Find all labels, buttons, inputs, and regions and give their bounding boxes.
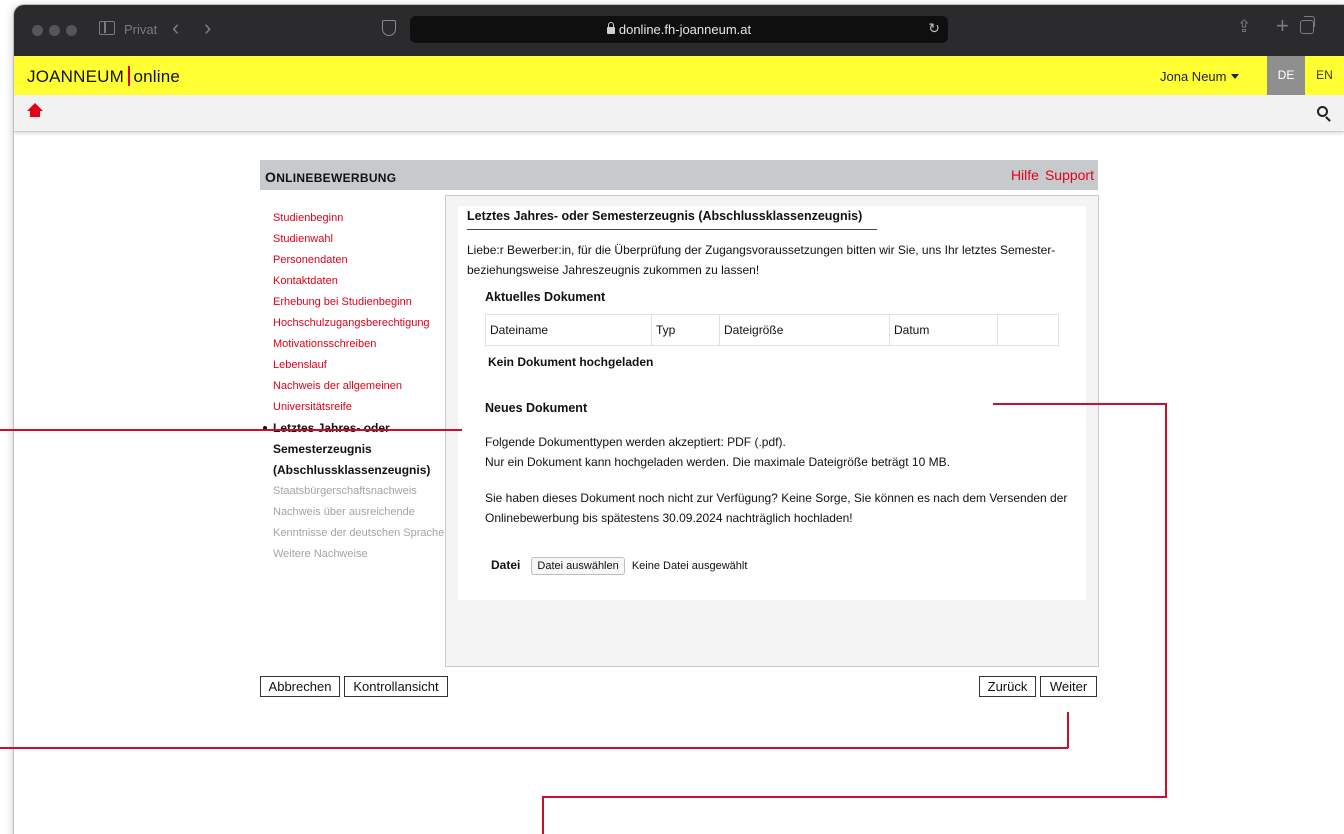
step-item[interactable]: Studienwahl [273, 229, 453, 250]
file-status: Keine Datei ausgewählt [631, 560, 748, 572]
step-item[interactable]: Lebenslauf [273, 355, 453, 376]
callout-line-left [0, 429, 462, 431]
file-label: Datei [491, 558, 521, 572]
current-document-heading: Aktuelles Dokument [485, 290, 606, 304]
step-item[interactable]: Personendaten [273, 250, 453, 271]
tab-overview-icon[interactable] [1300, 16, 1315, 34]
app-header: JOANNEUM online Jona Neum DE EN [14, 56, 1344, 95]
upload-later-text: Sie haben dieses Dokument noch nicht zur… [485, 491, 1068, 525]
step-item[interactable]: Hochschulzugangsberechtigung [273, 313, 453, 334]
callout-line-lower-drop [542, 796, 544, 834]
callout-line-bottom [0, 747, 1068, 749]
col-type: Typ [651, 314, 720, 346]
help-link[interactable]: Hilfe [1011, 167, 1039, 183]
step-item-disabled: Nachweis über ausreichende [273, 506, 415, 518]
col-actions [997, 314, 1059, 346]
privacy-shield-icon[interactable] [382, 20, 396, 36]
file-upload-row: Datei Datei auswählen Keine Datei ausgew… [491, 557, 747, 575]
step-item-disabled: Weitere Nachweise [273, 548, 368, 560]
step-item[interactable]: Universitätsreife [273, 397, 453, 418]
back-button[interactable]: Zurück [979, 676, 1036, 697]
step-item-active: (Abschlussklassenzeugnis) [273, 463, 431, 477]
new-tab-icon[interactable]: + [1276, 13, 1289, 39]
reload-icon[interactable]: ↻ [928, 20, 940, 37]
choose-file-button[interactable]: Datei auswählen [531, 557, 625, 575]
browser-toolbar: Privat ‹ › donline.fh-joanneum.at ↻ ⇪ + [14, 5, 1344, 56]
col-filesize: Dateigröße [719, 314, 890, 346]
new-document-heading: Neues Dokument [485, 401, 588, 415]
step-item[interactable]: Nachweis der allgemeinen [273, 376, 453, 397]
address-bar[interactable]: donline.fh-joanneum.at ↻ [410, 16, 948, 43]
no-document-text: Kein Dokument hochgeladen [488, 355, 654, 369]
step-item[interactable]: Motivationsschreiben [273, 334, 453, 355]
screenshot-stage: Privat ‹ › donline.fh-joanneum.at ↻ ⇪ + … [0, 0, 1344, 834]
home-icon[interactable] [27, 103, 43, 118]
panel-title: ONLINEBEWERBUNG [265, 169, 397, 185]
step-navigation: Studienbeginn Studienwahl Personendaten … [263, 208, 453, 565]
caret-down-icon [1231, 74, 1240, 79]
section-title: Letztes Jahres- oder Semesterzeugnis (Ab… [467, 209, 877, 230]
col-filename: Dateiname [485, 314, 652, 346]
url-text: donline.fh-joanneum.at [618, 22, 752, 37]
browser-window: Privat ‹ › donline.fh-joanneum.at ↻ ⇪ + … [14, 5, 1344, 834]
user-name: Jona Neum [1160, 69, 1227, 84]
support-link[interactable]: Support [1045, 167, 1094, 183]
callout-line-bottom-riser [1067, 712, 1069, 748]
callout-line-lower [542, 796, 1167, 798]
table-header-row: Dateiname Typ Dateigröße Datum [485, 314, 1059, 346]
step-item[interactable]: Kontaktdaten [273, 271, 453, 292]
panel-header: ONLINEBEWERBUNG Hilfe Support [260, 160, 1098, 190]
step-item-active: Semesterzeugnis [273, 442, 372, 456]
app-logo[interactable]: JOANNEUM online [27, 66, 180, 87]
next-button[interactable]: Weiter [1040, 676, 1097, 697]
private-label: Privat [124, 22, 158, 37]
main-content-frame: Letztes Jahres- oder Semesterzeugnis (Ab… [445, 195, 1099, 667]
step-item-disabled: Staatsbürgerschaftsnachweis [273, 485, 417, 497]
col-date: Datum [889, 314, 998, 346]
nav-bar [14, 95, 1344, 132]
step-item[interactable]: Erhebung bei Studienbeginn [273, 292, 453, 313]
user-menu[interactable]: Jona Neum [1160, 69, 1240, 84]
callout-line-right [993, 403, 1166, 405]
intro-text: Liebe:r Bewerber:in, für die Überprüfung… [467, 243, 1056, 277]
forward-arrow-icon[interactable]: › [204, 15, 211, 41]
window-controls[interactable] [32, 25, 77, 36]
language-de-button[interactable]: DE [1267, 56, 1305, 95]
document-upload-card: Letztes Jahres- oder Semesterzeugnis (Ab… [458, 206, 1086, 600]
accepted-types-text: Folgende Dokumenttypen werden akzeptiert… [485, 435, 950, 469]
step-item[interactable]: Studienbeginn [273, 208, 453, 229]
review-button[interactable]: Kontrollansicht [344, 676, 448, 697]
document-table: Dateiname Typ Dateigröße Datum [485, 314, 1059, 346]
back-arrow-icon[interactable]: ‹ [172, 15, 179, 41]
callout-line-right-drop [1165, 403, 1167, 797]
share-icon[interactable]: ⇪ [1237, 17, 1251, 37]
step-item-disabled: Kenntnisse der deutschen Sprache [273, 527, 445, 539]
search-icon[interactable] [1317, 106, 1328, 117]
lock-icon [606, 22, 615, 34]
cancel-button[interactable]: Abbrechen [260, 676, 340, 697]
sidebar-toggle-icon[interactable] [99, 21, 115, 35]
language-en-button[interactable]: EN [1305, 56, 1344, 95]
